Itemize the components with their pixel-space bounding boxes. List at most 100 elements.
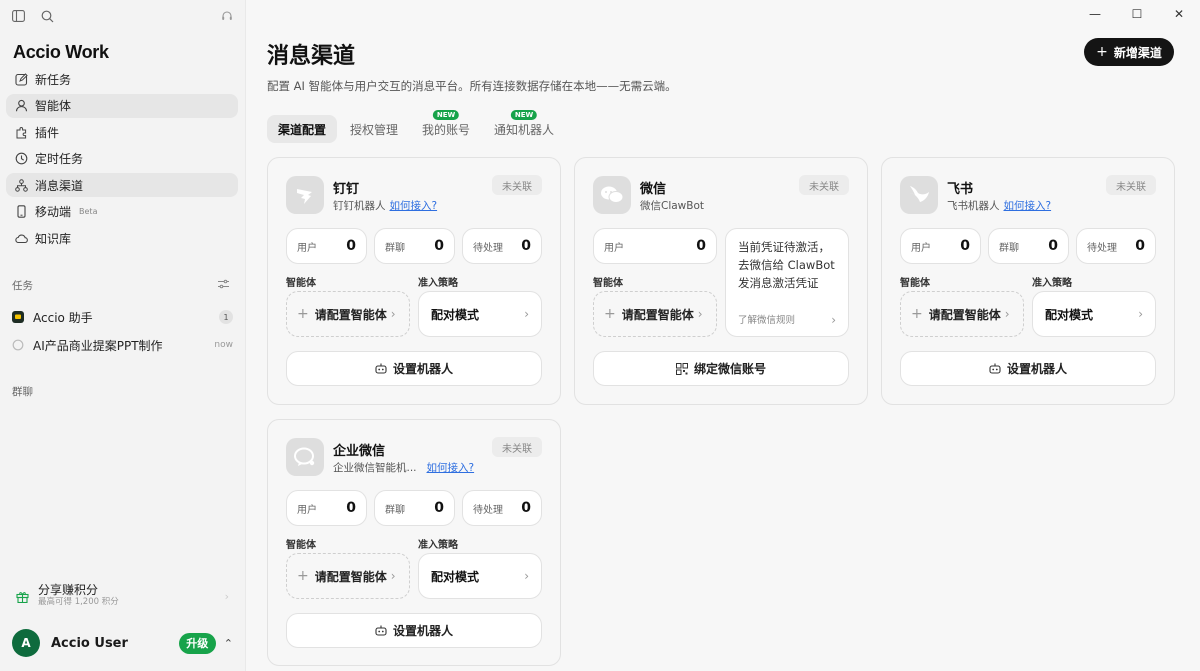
agent-value: 请配置智能体 (621, 307, 694, 322)
sidebar-item-label: 知识库 (35, 232, 72, 247)
stat-pending: 待处理 0 (1076, 228, 1156, 264)
close-button[interactable]: ✕ (1158, 0, 1200, 28)
channels-icon (14, 178, 28, 192)
configure-agent-button[interactable]: + 请配置智能体 › (900, 291, 1024, 337)
task-item[interactable]: Accio 助手 1 (12, 307, 233, 327)
stat-pending: 待处理 0 (462, 228, 542, 264)
chevron-right-icon: › (831, 313, 836, 327)
minimize-button[interactable]: — (1074, 0, 1116, 28)
tab-my-account[interactable]: NEW 我的账号 (411, 110, 481, 143)
wechat-activation-note[interactable]: 当前凭证待激活，去微信给 ClawBot 发消息激活凭证 了解微信规则 › (725, 228, 849, 337)
stat-users: 用户 0 (593, 228, 717, 264)
agent-value: 请配置智能体 (314, 569, 387, 584)
wechat-logo-icon (593, 176, 631, 214)
sidebar-item-mobile[interactable]: 移动端 Beta (6, 200, 238, 224)
channel-desc: 钉钉机器人 如何接入? (333, 198, 437, 213)
share-subtitle: 最高可得 1,200 积分 (38, 597, 119, 607)
how-to-connect-link[interactable]: 如何接入? (427, 462, 475, 474)
policy-label: 准入策略 (1032, 278, 1072, 289)
configure-agent-button[interactable]: + 请配置智能体 › (593, 291, 717, 337)
chevron-right-icon: › (224, 589, 229, 603)
how-to-connect-link[interactable]: 如何接入? (1004, 200, 1052, 212)
set-bot-label: 设置机器人 (392, 624, 453, 638)
maximize-button[interactable]: ☐ (1116, 0, 1158, 28)
sidebar-item-agents[interactable]: 智能体 (6, 93, 238, 118)
stat-label: 待处理 (473, 504, 503, 516)
stat-users: 用户 0 (900, 228, 981, 264)
search-icon[interactable] (41, 10, 54, 23)
task-time: now (214, 340, 233, 350)
plus-icon: + (1096, 44, 1108, 60)
stat-label: 群聊 (385, 504, 405, 516)
add-channel-button[interactable]: + 新增渠道 (1084, 38, 1174, 66)
set-bot-button[interactable]: 设置机器人 (286, 351, 542, 386)
configure-agent-button[interactable]: + 请配置智能体 › (286, 291, 410, 337)
main-content: — ☐ ✕ 消息渠道 配置 AI 智能体与用户交互的消息平台。所有连接数据存储在… (247, 0, 1200, 671)
upgrade-button[interactable]: 升级 (178, 632, 216, 654)
task-item[interactable]: AI产品商业提案PPT制作 now (12, 335, 233, 355)
sidebar-item-scheduled[interactable]: 定时任务 (6, 147, 238, 171)
assistant-icon (12, 311, 24, 323)
stat-value: 0 (521, 500, 531, 516)
plus-icon: + (297, 568, 309, 584)
bind-wechat-button[interactable]: 绑定微信账号 (593, 351, 849, 386)
tab-channel-config[interactable]: 渠道配置 (267, 115, 338, 143)
set-bot-button[interactable]: 设置机器人 (286, 613, 542, 648)
channel-desc: 微信ClawBot (640, 200, 705, 212)
tab-notify-bot[interactable]: NEW 通知机器人 (483, 110, 565, 143)
sidebar-item-label: 定时任务 (35, 152, 84, 167)
puzzle-icon (14, 125, 28, 139)
wechat-rules-link[interactable]: 了解微信规则 (738, 312, 795, 326)
status-badge: 未关联 (1106, 175, 1156, 195)
headset-icon[interactable] (221, 10, 233, 22)
stat-value: 0 (434, 238, 444, 254)
stat-groups: 群聊 0 (988, 228, 1069, 264)
policy-select[interactable]: 配对模式 › (1032, 291, 1156, 337)
channel-desc-text: 企业微信智能机... (333, 462, 417, 474)
stat-label: 待处理 (1087, 242, 1117, 254)
policy-select[interactable]: 配对模式 › (418, 553, 542, 599)
stat-label: 用户 (911, 242, 931, 254)
user-profile[interactable]: A Accio User 升级 ⌃ (12, 629, 233, 657)
clock-icon (14, 152, 28, 166)
bind-wechat-label: 绑定微信账号 (693, 362, 766, 376)
plus-icon: + (297, 306, 309, 322)
chevron-right-icon: › (524, 307, 529, 321)
stat-value: 0 (346, 238, 356, 254)
stat-value: 0 (434, 500, 444, 516)
sidebar-item-label: 插件 (35, 125, 60, 140)
qr-code-icon (675, 362, 688, 375)
channel-card-wecom: 企业微信 企业微信智能机... 如何接入? 未关联 用户 0 群聊 0 待处理 0 智能… (267, 419, 561, 666)
stat-label: 用户 (604, 242, 624, 254)
channel-name: 企业微信 (333, 444, 386, 459)
brand-logo: Accio Work (13, 42, 109, 62)
sidebar-toolbar (12, 8, 233, 24)
chevron-right-icon: › (1138, 307, 1143, 321)
set-bot-label: 设置机器人 (392, 362, 453, 376)
sidebar-item-plugins[interactable]: 插件 (6, 120, 238, 144)
set-bot-label: 设置机器人 (1006, 362, 1067, 376)
activation-text: 当前凭证待激活，去微信给 ClawBot 发消息激活凭证 (738, 240, 835, 290)
chevron-up-icon[interactable]: ⌃ (224, 637, 233, 650)
stat-value: 0 (696, 238, 706, 254)
channel-desc-text: 飞书机器人 (947, 200, 1000, 212)
user-name: Accio User (51, 635, 128, 651)
policy-select[interactable]: 配对模式 › (418, 291, 542, 337)
user-icon (14, 99, 28, 113)
set-bot-button[interactable]: 设置机器人 (900, 351, 1156, 386)
channel-name: 飞书 (947, 182, 974, 197)
beta-badge: Beta (79, 207, 98, 217)
agent-label: 智能体 (286, 540, 316, 551)
wecom-logo-icon (286, 438, 324, 476)
how-to-connect-link[interactable]: 如何接入? (390, 200, 438, 212)
tab-label: 我的账号 (422, 122, 471, 137)
sidebar-item-channels[interactable]: 消息渠道 (6, 173, 238, 198)
sidebar-item-new-task[interactable]: 新任务 (6, 67, 238, 91)
filter-icon[interactable] (218, 279, 229, 289)
sidebar-toggle-icon[interactable] (12, 10, 25, 22)
share-rewards[interactable]: 分享赚积分 最高可得 1,200 积分 › (16, 583, 229, 609)
configure-agent-button[interactable]: + 请配置智能体 › (286, 553, 410, 599)
task-count-badge: 1 (219, 310, 233, 324)
tab-authorization[interactable]: 授权管理 (339, 115, 409, 143)
sidebar-item-knowledge[interactable]: 知识库 (6, 227, 238, 251)
